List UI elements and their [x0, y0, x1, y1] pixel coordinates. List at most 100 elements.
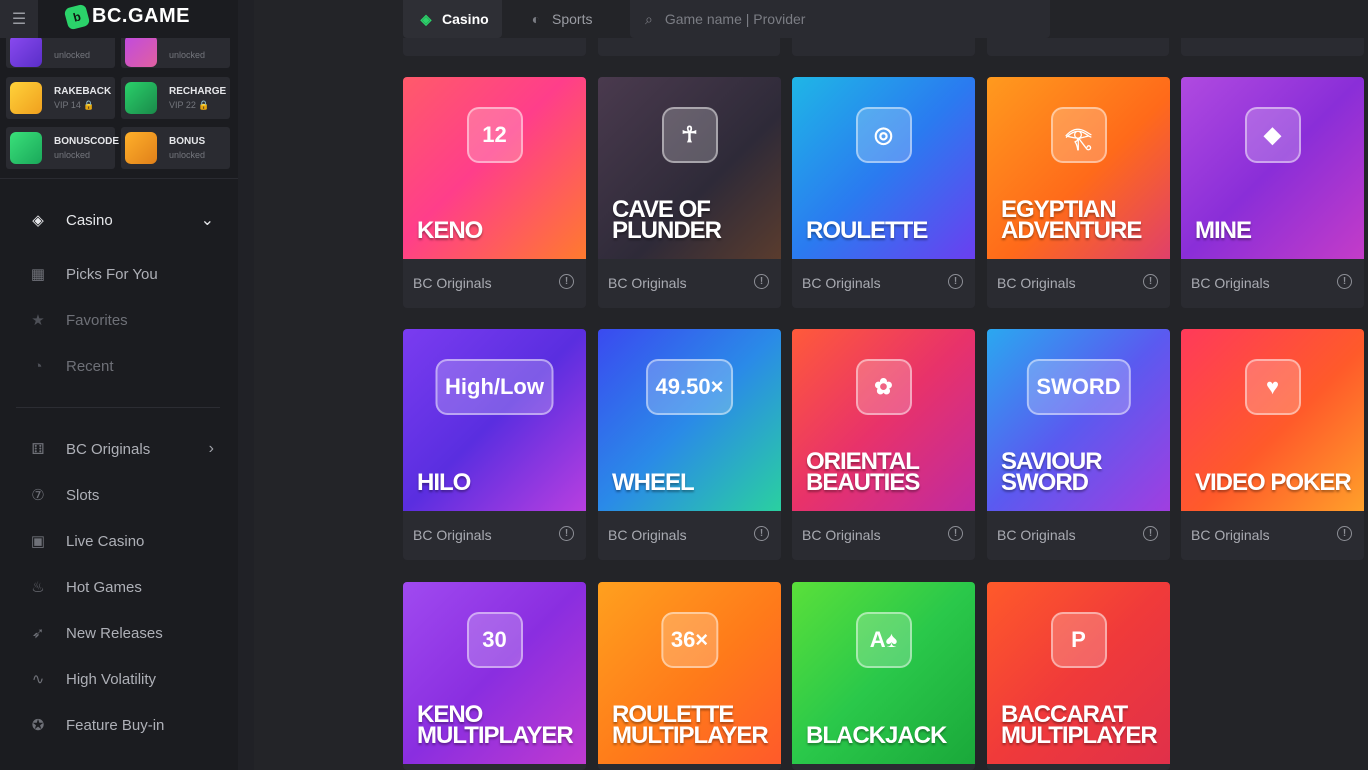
- info-icon[interactable]: !: [948, 526, 963, 541]
- search-input[interactable]: [662, 10, 1027, 28]
- game-thumbnail[interactable]: 36× ROULETTE MULTIPLAYER: [598, 582, 781, 764]
- tab-sports[interactable]: ◐ Sports: [513, 0, 613, 38]
- game-provider[interactable]: BC Originals: [413, 275, 492, 291]
- sidebar-item-recent[interactable]: ◔ Recent: [0, 346, 238, 386]
- sidebar-item-label: BC Originals: [66, 440, 151, 458]
- game-thumbnail[interactable]: ◆ MINE: [1181, 77, 1364, 259]
- sidebar-item-slots[interactable]: ⑦ Slots: [0, 475, 238, 515]
- game-card[interactable]: ☥ CAVE OF PLUNDER BC Originals!: [598, 77, 781, 308]
- clock-icon: ◔: [33, 357, 43, 375]
- game-card[interactable]: 12 KENO BC Originals!: [403, 77, 586, 308]
- game-title: VIDEO POKER: [1195, 469, 1352, 496]
- game-card[interactable]: ◎ ROULETTE BC Originals!: [792, 77, 975, 308]
- sidebar-item-picks-for-you[interactable]: ▦ Picks For You: [0, 254, 238, 294]
- promo-tile-bonuscode[interactable]: BONUSCODE unlocked: [6, 127, 119, 169]
- info-icon[interactable]: !: [559, 526, 574, 541]
- game-artwork-icon: ✿: [855, 359, 912, 415]
- sidebar-scrollbar[interactable]: [238, 0, 254, 770]
- sidebar-item-casino[interactable]: ◈ Casino ⌄: [0, 200, 238, 240]
- sidebar-item-label: Favorites: [66, 311, 128, 329]
- info-icon[interactable]: !: [1337, 526, 1352, 541]
- game-title: KENO MULTIPLAYER: [417, 701, 574, 749]
- sidebar-item-label: Hot Games: [66, 578, 142, 596]
- game-thumbnail[interactable]: ◎ ROULETTE: [792, 77, 975, 259]
- game-card[interactable]: 30 KENO MULTIPLAYER: [403, 582, 586, 770]
- promo-title: BONUS: [169, 136, 206, 147]
- info-icon[interactable]: !: [559, 274, 574, 289]
- sidebar-item-live-casino[interactable]: ▣ Live Casino: [0, 521, 238, 561]
- chevron-right-icon: ›: [208, 440, 214, 457]
- game-card[interactable]: SWORD SAVIOUR SWORD BC Originals!: [987, 329, 1170, 560]
- sports-ball-icon: ◐: [531, 11, 541, 27]
- promo-tile-rakeback[interactable]: RAKEBACK VIP 14 🔒: [6, 77, 115, 119]
- game-thumbnail[interactable]: A♠ BLACKJACK: [792, 582, 975, 764]
- promo-subtitle: unlocked: [54, 150, 91, 160]
- info-icon[interactable]: !: [1143, 526, 1158, 541]
- promo-tile-bonus[interactable]: BONUS unlocked: [121, 127, 230, 169]
- info-icon[interactable]: !: [1143, 274, 1158, 289]
- game-title: BACCARAT MULTIPLAYER: [1001, 701, 1158, 749]
- game-thumbnail[interactable]: 12 KENO: [403, 77, 586, 259]
- sidebar-item-bc-originals[interactable]: ⚅ BC Originals ›: [0, 429, 238, 469]
- promo-tile-recharge[interactable]: RECHARGE VIP 22 🔒: [121, 77, 230, 119]
- info-icon[interactable]: !: [754, 526, 769, 541]
- previous-card-bottom: [598, 38, 780, 56]
- promo-subtitle: unlocked: [169, 50, 206, 60]
- sidebar-item-new-releases[interactable]: ➶ New Releases: [0, 613, 238, 653]
- game-artwork-icon: ◆: [1244, 107, 1301, 163]
- slot-icon: ⑦: [31, 487, 45, 504]
- game-thumbnail[interactable]: ♥ VIDEO POKER: [1181, 329, 1364, 511]
- promo-subtitle: unlocked: [169, 150, 206, 160]
- game-title: HILO: [417, 469, 471, 496]
- game-provider[interactable]: BC Originals: [802, 527, 881, 543]
- game-card[interactable]: ◆ MINE BC Originals!: [1181, 77, 1364, 308]
- logo-text: BC.GAME: [92, 5, 190, 27]
- game-thumbnail[interactable]: ☥ CAVE OF PLUNDER: [598, 77, 781, 259]
- sidebar-item-feature-buy-in[interactable]: ✪ Feature Buy-in: [0, 705, 238, 745]
- game-thumbnail[interactable]: 𓂀 EGYPTIAN ADVENTURE: [987, 77, 1170, 259]
- game-thumbnail[interactable]: ✿ ORIENTAL BEAUTIES: [792, 329, 975, 511]
- game-provider[interactable]: BC Originals: [608, 275, 687, 291]
- game-card[interactable]: ♥ VIDEO POKER BC Originals!: [1181, 329, 1364, 560]
- promo-subtitle: VIP 14 🔒: [54, 100, 95, 110]
- game-artwork-icon: P: [1050, 612, 1107, 668]
- game-card[interactable]: High/Low HILO BC Originals!: [403, 329, 586, 560]
- tab-casino[interactable]: ◈ Casino: [403, 0, 502, 38]
- piggy-bank-icon: [10, 82, 42, 114]
- game-card[interactable]: A♠ BLACKJACK: [792, 582, 975, 770]
- game-provider[interactable]: BC Originals: [997, 275, 1076, 291]
- game-card[interactable]: 49.50× WHEEL BC Originals!: [598, 329, 781, 560]
- search-bar[interactable]: ⌕: [630, 0, 1050, 38]
- game-thumbnail[interactable]: 30 KENO MULTIPLAYER: [403, 582, 586, 764]
- pulse-icon: ∿: [31, 671, 45, 688]
- info-icon[interactable]: !: [754, 274, 769, 289]
- logo[interactable]: b BC.GAME: [63, 3, 190, 30]
- game-thumbnail[interactable]: 49.50× WHEEL: [598, 329, 781, 511]
- game-provider[interactable]: BC Originals: [413, 527, 492, 543]
- sidebar-item-high-volatility[interactable]: ∿ High Volatility: [0, 659, 238, 699]
- game-artwork-icon: 49.50×: [645, 359, 734, 415]
- game-thumbnail[interactable]: SWORD SAVIOUR SWORD: [987, 329, 1170, 511]
- game-title: ROULETTE: [806, 217, 928, 244]
- menu-toggle-button[interactable]: ☰: [0, 0, 38, 38]
- sidebar-item-favorites[interactable]: ★ Favorites: [0, 300, 238, 340]
- game-card[interactable]: 𓂀 EGYPTIAN ADVENTURE BC Originals!: [987, 77, 1170, 308]
- info-icon[interactable]: !: [1337, 274, 1352, 289]
- cards-icon: ▣: [30, 533, 46, 550]
- game-artwork-icon: ♥: [1244, 359, 1301, 415]
- game-provider[interactable]: BC Originals: [802, 275, 881, 291]
- wheel-icon: [125, 35, 157, 67]
- info-icon[interactable]: !: [948, 274, 963, 289]
- sidebar-item-hot-games[interactable]: ♨ Hot Games: [0, 567, 238, 607]
- game-thumbnail[interactable]: P BACCARAT MULTIPLAYER: [987, 582, 1170, 764]
- game-provider[interactable]: BC Originals: [997, 527, 1076, 543]
- game-thumbnail[interactable]: High/Low HILO: [403, 329, 586, 511]
- game-provider[interactable]: BC Originals: [1191, 527, 1270, 543]
- game-card[interactable]: P BACCARAT MULTIPLAYER: [987, 582, 1170, 770]
- game-card[interactable]: ✿ ORIENTAL BEAUTIES BC Originals!: [792, 329, 975, 560]
- game-provider[interactable]: BC Originals: [1191, 275, 1270, 291]
- game-card[interactable]: 36× ROULETTE MULTIPLAYER: [598, 582, 781, 770]
- game-provider[interactable]: BC Originals: [608, 527, 687, 543]
- game-title: KENO: [417, 217, 483, 244]
- previous-card-bottom: [987, 38, 1169, 56]
